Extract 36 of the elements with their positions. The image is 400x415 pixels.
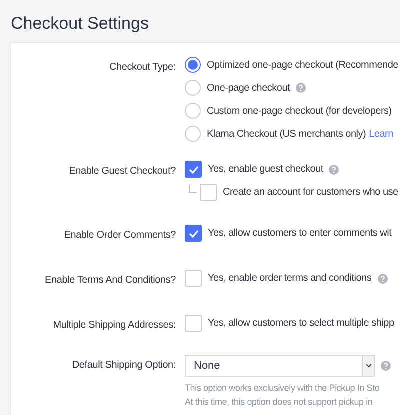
help-icon[interactable] — [296, 83, 306, 93]
checkbox[interactable] — [185, 225, 202, 242]
radio-button[interactable] — [185, 57, 201, 73]
caret-icon — [366, 364, 372, 368]
field-label: Enable Order Comments? — [63, 229, 176, 243]
option-label: Create an account for customers who use — [223, 187, 398, 198]
help-text: At this time, this option does not support pickup in — [185, 396, 374, 409]
radio-button[interactable] — [185, 126, 201, 142]
page-title: Checkout Settings — [10, 13, 150, 35]
checkbox[interactable] — [185, 161, 202, 178]
option-label: Yes, allow customers to enter comments wit — [208, 228, 392, 239]
shipping-select[interactable]: None — [185, 355, 375, 377]
radio-button[interactable] — [185, 80, 201, 96]
help-text: This option works exclusively with the Pickup In Sto — [185, 382, 381, 395]
help-icon[interactable] — [378, 274, 388, 284]
checkbox[interactable] — [185, 315, 202, 332]
field-label: Enable Terms And Conditions? — [44, 274, 176, 288]
check-icon — [188, 230, 198, 238]
help-icon[interactable] — [381, 361, 391, 371]
help-icon[interactable] — [329, 164, 340, 174]
field-label: Enable Guest Checkout? — [68, 165, 176, 179]
option-label: Yes, allow customers to select multiple shipp — [208, 318, 394, 329]
field-label: Default Shipping Option: — [71, 359, 176, 373]
option-label: Optimized one-page checkout (Recommende — [207, 60, 398, 70]
radio-button[interactable] — [185, 103, 201, 119]
field-label: Checkout Type: — [108, 61, 176, 75]
option-label: Yes, enable guest checkout — [208, 164, 324, 175]
field-label: Multiple Shipping Addresses: — [52, 319, 176, 333]
option-label: One-page checkout — [207, 82, 290, 94]
option-label: Yes, enable order terms and conditions — [208, 273, 372, 284]
checkbox[interactable] — [200, 184, 217, 201]
option-label: Custom one-page checkout (for developers) — [207, 106, 392, 116]
learn-link[interactable]: Learn — [369, 128, 394, 140]
option-label: Klarna Checkout (US merchants only) — [207, 128, 366, 140]
checkbox[interactable] — [185, 270, 202, 287]
check-icon — [188, 166, 198, 174]
